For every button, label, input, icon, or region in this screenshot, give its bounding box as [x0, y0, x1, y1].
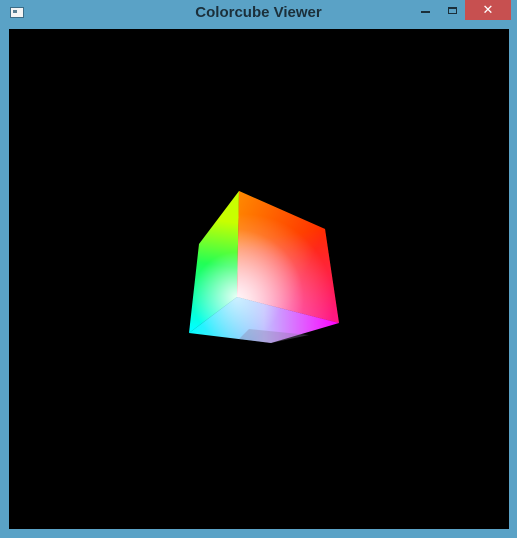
app-window: Colorcube Viewer ✕ — [0, 0, 517, 538]
render-viewport[interactable] — [9, 29, 509, 529]
title-bar[interactable]: Colorcube Viewer ✕ — [0, 0, 517, 28]
app-window-icon[interactable] — [10, 7, 24, 18]
maximize-icon — [447, 6, 457, 14]
maximize-button[interactable] — [439, 0, 465, 20]
color-cube — [189, 191, 339, 343]
close-icon: ✕ — [482, 2, 494, 18]
close-button[interactable]: ✕ — [465, 0, 511, 20]
minimize-icon — [420, 11, 430, 13]
minimize-button[interactable] — [412, 0, 438, 20]
